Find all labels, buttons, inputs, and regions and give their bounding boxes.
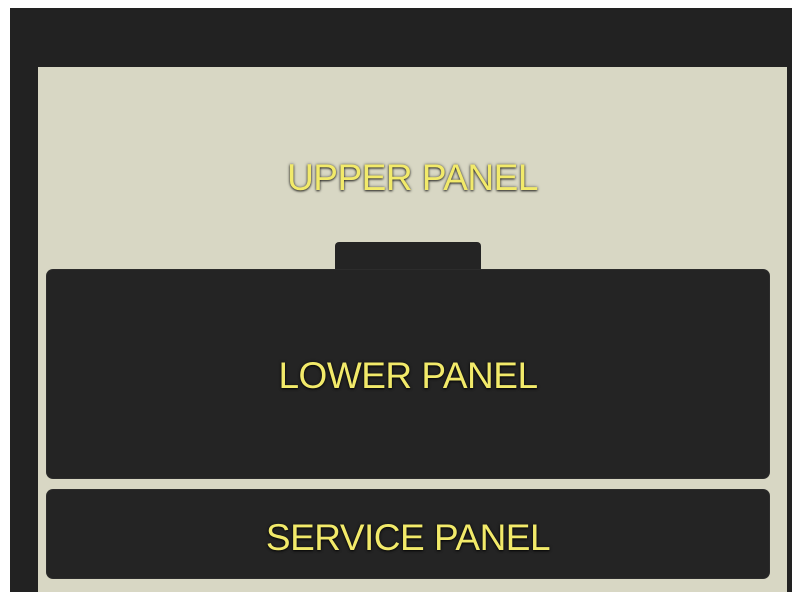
service-panel-label: SERVICE PANEL [265,517,551,558]
lower-panel[interactable]: LOWER PANEL [46,269,770,479]
service-panel[interactable]: SERVICE PANEL [46,489,770,579]
lower-panel-label: LOWER PANEL [278,355,538,396]
upper-panel-label: UPPER PANEL [287,157,538,198]
upper-panel[interactable]: UPPER PANEL LOWER PANEL SERVICE PANEL [38,67,787,592]
app-screen: UPPER PANEL LOWER PANEL SERVICE PANEL [10,8,792,592]
